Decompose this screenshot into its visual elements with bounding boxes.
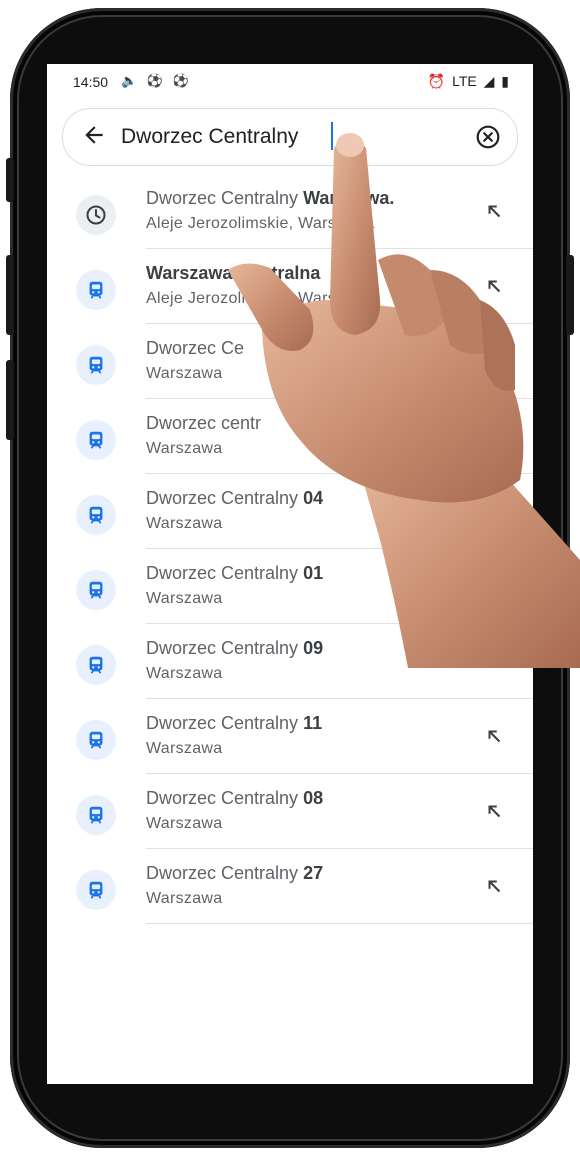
history-clock-icon (76, 195, 116, 235)
phone-volume-up-button (6, 255, 14, 335)
phone-screen: 14:50 🔈 ⚽ ⚽ ⏰ LTE ◢ ▮ Dworzec Centralny … (47, 64, 533, 1084)
suggestion-subtitle: Warszawa (146, 815, 223, 832)
phone-volume-down-button (6, 360, 14, 440)
title-plain: Dworzec Centralny (146, 488, 304, 508)
title-bold: Warszawa. (303, 188, 395, 208)
suggestion-item[interactable]: Dworzec Centralny 08 Warszawa (47, 774, 533, 849)
suggestion-item[interactable]: Dworzec centr Warszawa (47, 399, 533, 474)
fill-query-arrow-icon[interactable] (483, 575, 505, 597)
fill-query-arrow-icon[interactable] (483, 800, 505, 822)
suggestion-item[interactable]: Dworzec Centralny 27 Warszawa (47, 849, 533, 924)
train-station-icon (76, 870, 116, 910)
train-station-icon (76, 270, 116, 310)
fill-query-arrow-icon[interactable] (483, 650, 505, 672)
suggestion-item[interactable]: Dworzec Centralny 01 Warszawa (47, 549, 533, 624)
title-bold: Warszawa Centralna (146, 263, 321, 283)
suggestion-subtitle: Warszawa (146, 740, 223, 757)
clear-search-icon[interactable] (475, 124, 501, 150)
suggestion-subtitle: Warszawa (146, 440, 223, 457)
fill-query-arrow-icon[interactable] (483, 425, 505, 447)
suggestion-list: Dworzec Centralny Warszawa. Aleje Jerozol… (47, 174, 533, 924)
suggestion-item[interactable]: Dworzec Centralny Warszawa. Aleje Jerozol… (47, 174, 533, 249)
status-notification-icons: 🔈 ⚽ ⚽ (121, 73, 192, 88)
train-station-icon (76, 495, 116, 535)
suggestion-title: Warszawa Centralna (146, 263, 320, 284)
title-plain: Dworzec Centralny (146, 563, 304, 583)
title-bold: 27 (303, 863, 324, 883)
battery-icon: ▮ (501, 73, 509, 89)
suggestion-title: Dworzec Centralny 08 (146, 788, 323, 809)
title-plain: Dworzec Centralny (146, 863, 304, 883)
suggestion-subtitle: Aleje Jerozolimskie, Warszawa (146, 215, 375, 232)
suggestion-title: Dworzec centr (146, 413, 261, 434)
text-cursor (331, 122, 333, 150)
suggestion-item[interactable]: Dworzec Centralny 11 Warszawa (47, 699, 533, 774)
alarm-icon: ⏰ (427, 73, 446, 89)
suggestion-subtitle: Aleje Jerozolimskie, Warszawa (146, 290, 375, 307)
divider (146, 923, 533, 924)
fill-query-arrow-icon[interactable] (483, 500, 505, 522)
status-time: 14:50 (73, 74, 109, 90)
suggestion-title: Dworzec Centralny Warszawa. (146, 188, 394, 209)
fill-query-arrow-icon[interactable] (483, 350, 505, 372)
train-station-icon (76, 570, 116, 610)
search-bar[interactable] (62, 108, 518, 166)
suggestion-item[interactable]: Warszawa Centralna Aleje Jerozolimskie, W… (47, 249, 533, 324)
title-bold: 04 (303, 488, 324, 508)
title-plain: Dworzec centr (146, 413, 262, 433)
title-bold: 01 (303, 563, 324, 583)
train-station-icon (76, 720, 116, 760)
title-bold: 08 (303, 788, 324, 808)
title-plain: Dworzec Centralny (146, 188, 304, 208)
phone-power-button (566, 255, 574, 335)
title-plain: Dworzec Centralny (146, 638, 304, 658)
suggestion-subtitle: Warszawa (146, 365, 223, 382)
suggestion-title: Dworzec Centralny 04 (146, 488, 323, 509)
suggestion-item[interactable]: Dworzec Centralny 09 Warszawa (47, 624, 533, 699)
network-type: LTE (452, 73, 477, 89)
suggestion-title: Dworzec Centralny 01 (146, 563, 323, 584)
suggestion-title: Dworzec Centralny 11 (146, 713, 322, 734)
suggestion-item[interactable]: Dworzec Ce Warszawa (47, 324, 533, 399)
train-station-icon (76, 795, 116, 835)
suggestion-subtitle: Warszawa (146, 515, 223, 532)
status-bar: 14:50 🔈 ⚽ ⚽ ⏰ LTE ◢ ▮ (47, 64, 533, 100)
back-arrow-icon[interactable] (81, 122, 107, 148)
signal-icon: ◢ (483, 73, 495, 89)
phone-side-button (6, 158, 14, 202)
suggestion-title: Dworzec Ce (146, 338, 244, 359)
title-bold: 09 (303, 638, 324, 658)
fill-query-arrow-icon[interactable] (483, 275, 505, 297)
fill-query-arrow-icon[interactable] (483, 725, 505, 747)
suggestion-subtitle: Warszawa (146, 890, 223, 907)
suggestion-subtitle: Warszawa (146, 590, 223, 607)
title-plain: Dworzec Centralny (146, 788, 304, 808)
suggestion-title: Dworzec Centralny 27 (146, 863, 323, 884)
title-plain: Dworzec Ce (146, 338, 245, 358)
title-bold: 11 (303, 713, 323, 733)
suggestion-subtitle: Warszawa (146, 665, 223, 682)
title-plain: Dworzec Centralny (146, 713, 304, 733)
train-station-icon (76, 420, 116, 460)
train-station-icon (76, 645, 116, 685)
suggestion-item[interactable]: Dworzec Centralny 04 Warszawa (47, 474, 533, 549)
train-station-icon (76, 345, 116, 385)
search-input[interactable] (121, 121, 461, 153)
suggestion-title: Dworzec Centralny 09 (146, 638, 323, 659)
status-right-group: ⏰ LTE ◢ ▮ (425, 73, 509, 90)
fill-query-arrow-icon[interactable] (483, 875, 505, 897)
fill-query-arrow-icon[interactable] (483, 200, 505, 222)
